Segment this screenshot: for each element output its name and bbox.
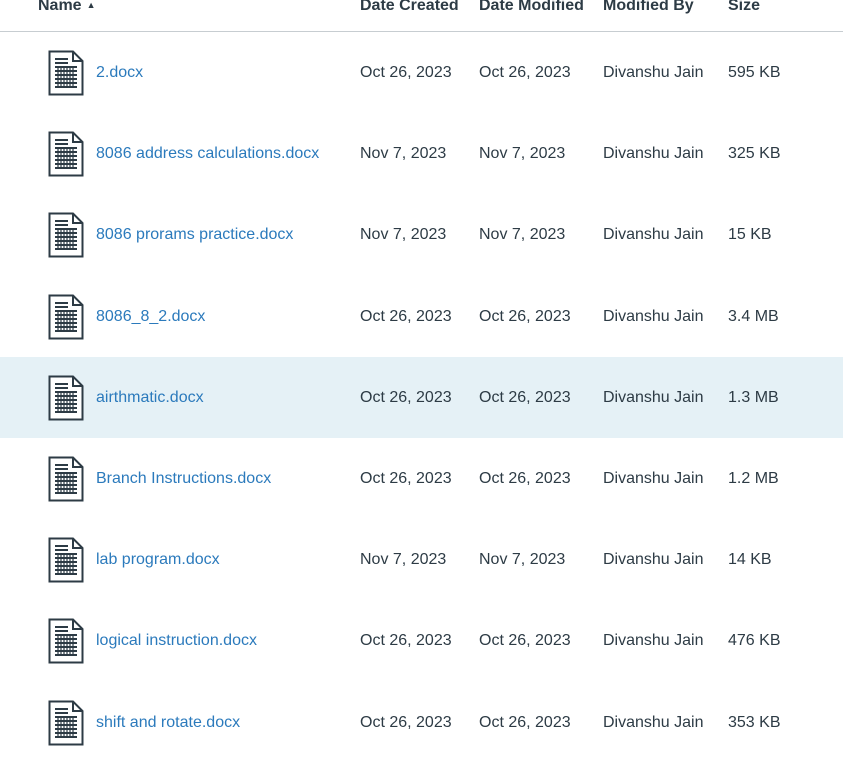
column-header-date-created[interactable]: Date Created xyxy=(360,0,459,15)
file-row[interactable]: 2.docx Oct 26, 2023 Oct 26, 2023 Divansh… xyxy=(0,32,843,113)
modified-by: Divanshu Jain xyxy=(603,307,704,325)
document-icon xyxy=(48,456,84,502)
file-size: 3.4 MB xyxy=(728,307,779,325)
file-size: 1.3 MB xyxy=(728,388,779,406)
file-name-link[interactable]: logical instruction.docx xyxy=(96,631,257,651)
date-created: Oct 26, 2023 xyxy=(360,307,452,325)
date-created: Oct 26, 2023 xyxy=(360,64,452,81)
date-modified: Oct 26, 2023 xyxy=(479,713,571,731)
modified-by: Divanshu Jain xyxy=(603,632,704,650)
file-row[interactable]: lab program.docx Nov 7, 2023 Nov 7, 2023… xyxy=(0,519,843,600)
file-row[interactable]: 8086_8_2.docx Oct 26, 2023 Oct 26, 2023 … xyxy=(0,276,843,357)
document-icon xyxy=(48,700,84,745)
date-created: Nov 7, 2023 xyxy=(360,145,447,163)
date-modified: Nov 7, 2023 xyxy=(479,226,566,244)
file-row[interactable]: airthmatic.docx Oct 26, 2023 Oct 26, 202… xyxy=(0,356,843,438)
file-name-link[interactable]: 8086 address calculations.docx xyxy=(96,144,319,164)
file-name-link[interactable]: airthmatic.docx xyxy=(96,388,204,408)
date-modified: Oct 26, 2023 xyxy=(479,64,571,81)
file-size: 1.2 MB xyxy=(728,469,779,487)
file-row[interactable]: Branch Instructions.docx Oct 26, 2023 Oc… xyxy=(0,438,843,519)
column-header-name[interactable]: Name ▲ xyxy=(38,0,96,15)
date-created: Oct 26, 2023 xyxy=(360,469,452,487)
file-row[interactable]: 8086 prorams practice.docx Nov 7, 2023 N… xyxy=(0,194,843,275)
file-list: 2.docx Oct 26, 2023 Oct 26, 2023 Divansh… xyxy=(0,32,843,763)
document-icon xyxy=(48,375,84,421)
date-created: Oct 26, 2023 xyxy=(360,713,452,731)
file-row[interactable]: logical instruction.docx Oct 26, 2023 Oc… xyxy=(0,600,843,681)
modified-by: Divanshu Jain xyxy=(603,226,704,244)
document-icon xyxy=(48,50,84,96)
modified-by: Divanshu Jain xyxy=(603,713,704,731)
document-icon xyxy=(48,294,84,340)
file-row[interactable]: shift and rotate.docx Oct 26, 2023 Oct 2… xyxy=(0,682,843,763)
sort-ascending-icon: ▲ xyxy=(86,0,96,10)
file-size: 353 KB xyxy=(728,713,781,731)
file-size: 476 KB xyxy=(728,632,781,650)
document-icon xyxy=(48,618,84,664)
modified-by: Divanshu Jain xyxy=(603,551,704,569)
file-name-link[interactable]: 8086_8_2.docx xyxy=(96,307,205,327)
file-name-link[interactable]: 2.docx xyxy=(96,63,143,83)
file-name-link[interactable]: lab program.docx xyxy=(96,550,220,570)
date-created: Oct 26, 2023 xyxy=(360,388,452,406)
modified-by: Divanshu Jain xyxy=(603,145,704,163)
column-header-date-modified[interactable]: Date Modified xyxy=(479,0,584,15)
document-icon xyxy=(48,212,84,258)
modified-by: Divanshu Jain xyxy=(603,469,704,487)
date-modified: Oct 26, 2023 xyxy=(479,388,571,406)
document-icon xyxy=(48,537,84,583)
date-modified: Oct 26, 2023 xyxy=(479,307,571,325)
date-modified: Oct 26, 2023 xyxy=(479,469,571,487)
date-created: Nov 7, 2023 xyxy=(360,226,447,244)
date-modified: Nov 7, 2023 xyxy=(479,145,566,163)
date-modified: Oct 26, 2023 xyxy=(479,632,571,650)
file-row[interactable]: 8086 address calculations.docx Nov 7, 20… xyxy=(0,113,843,194)
date-created: Oct 26, 2023 xyxy=(360,632,452,650)
file-name-link[interactable]: shift and rotate.docx xyxy=(96,713,240,733)
document-icon xyxy=(48,131,84,177)
column-header-name-label: Name xyxy=(38,0,82,14)
date-created: Nov 7, 2023 xyxy=(360,551,447,569)
file-size: 14 KB xyxy=(728,551,772,569)
file-size: 15 KB xyxy=(728,226,772,244)
column-header-modified-by[interactable]: Modified By xyxy=(603,0,694,15)
file-name-link[interactable]: 8086 prorams practice.docx xyxy=(96,225,293,245)
modified-by: Divanshu Jain xyxy=(603,64,704,81)
modified-by: Divanshu Jain xyxy=(603,388,704,406)
date-modified: Nov 7, 2023 xyxy=(479,551,566,569)
column-header-size[interactable]: Size xyxy=(728,0,760,15)
file-size: 595 KB xyxy=(728,64,781,81)
file-list-header: Name ▲ Date Created Date Modified Modifie… xyxy=(0,0,843,32)
file-name-link[interactable]: Branch Instructions.docx xyxy=(96,469,271,489)
file-size: 325 KB xyxy=(728,145,781,163)
